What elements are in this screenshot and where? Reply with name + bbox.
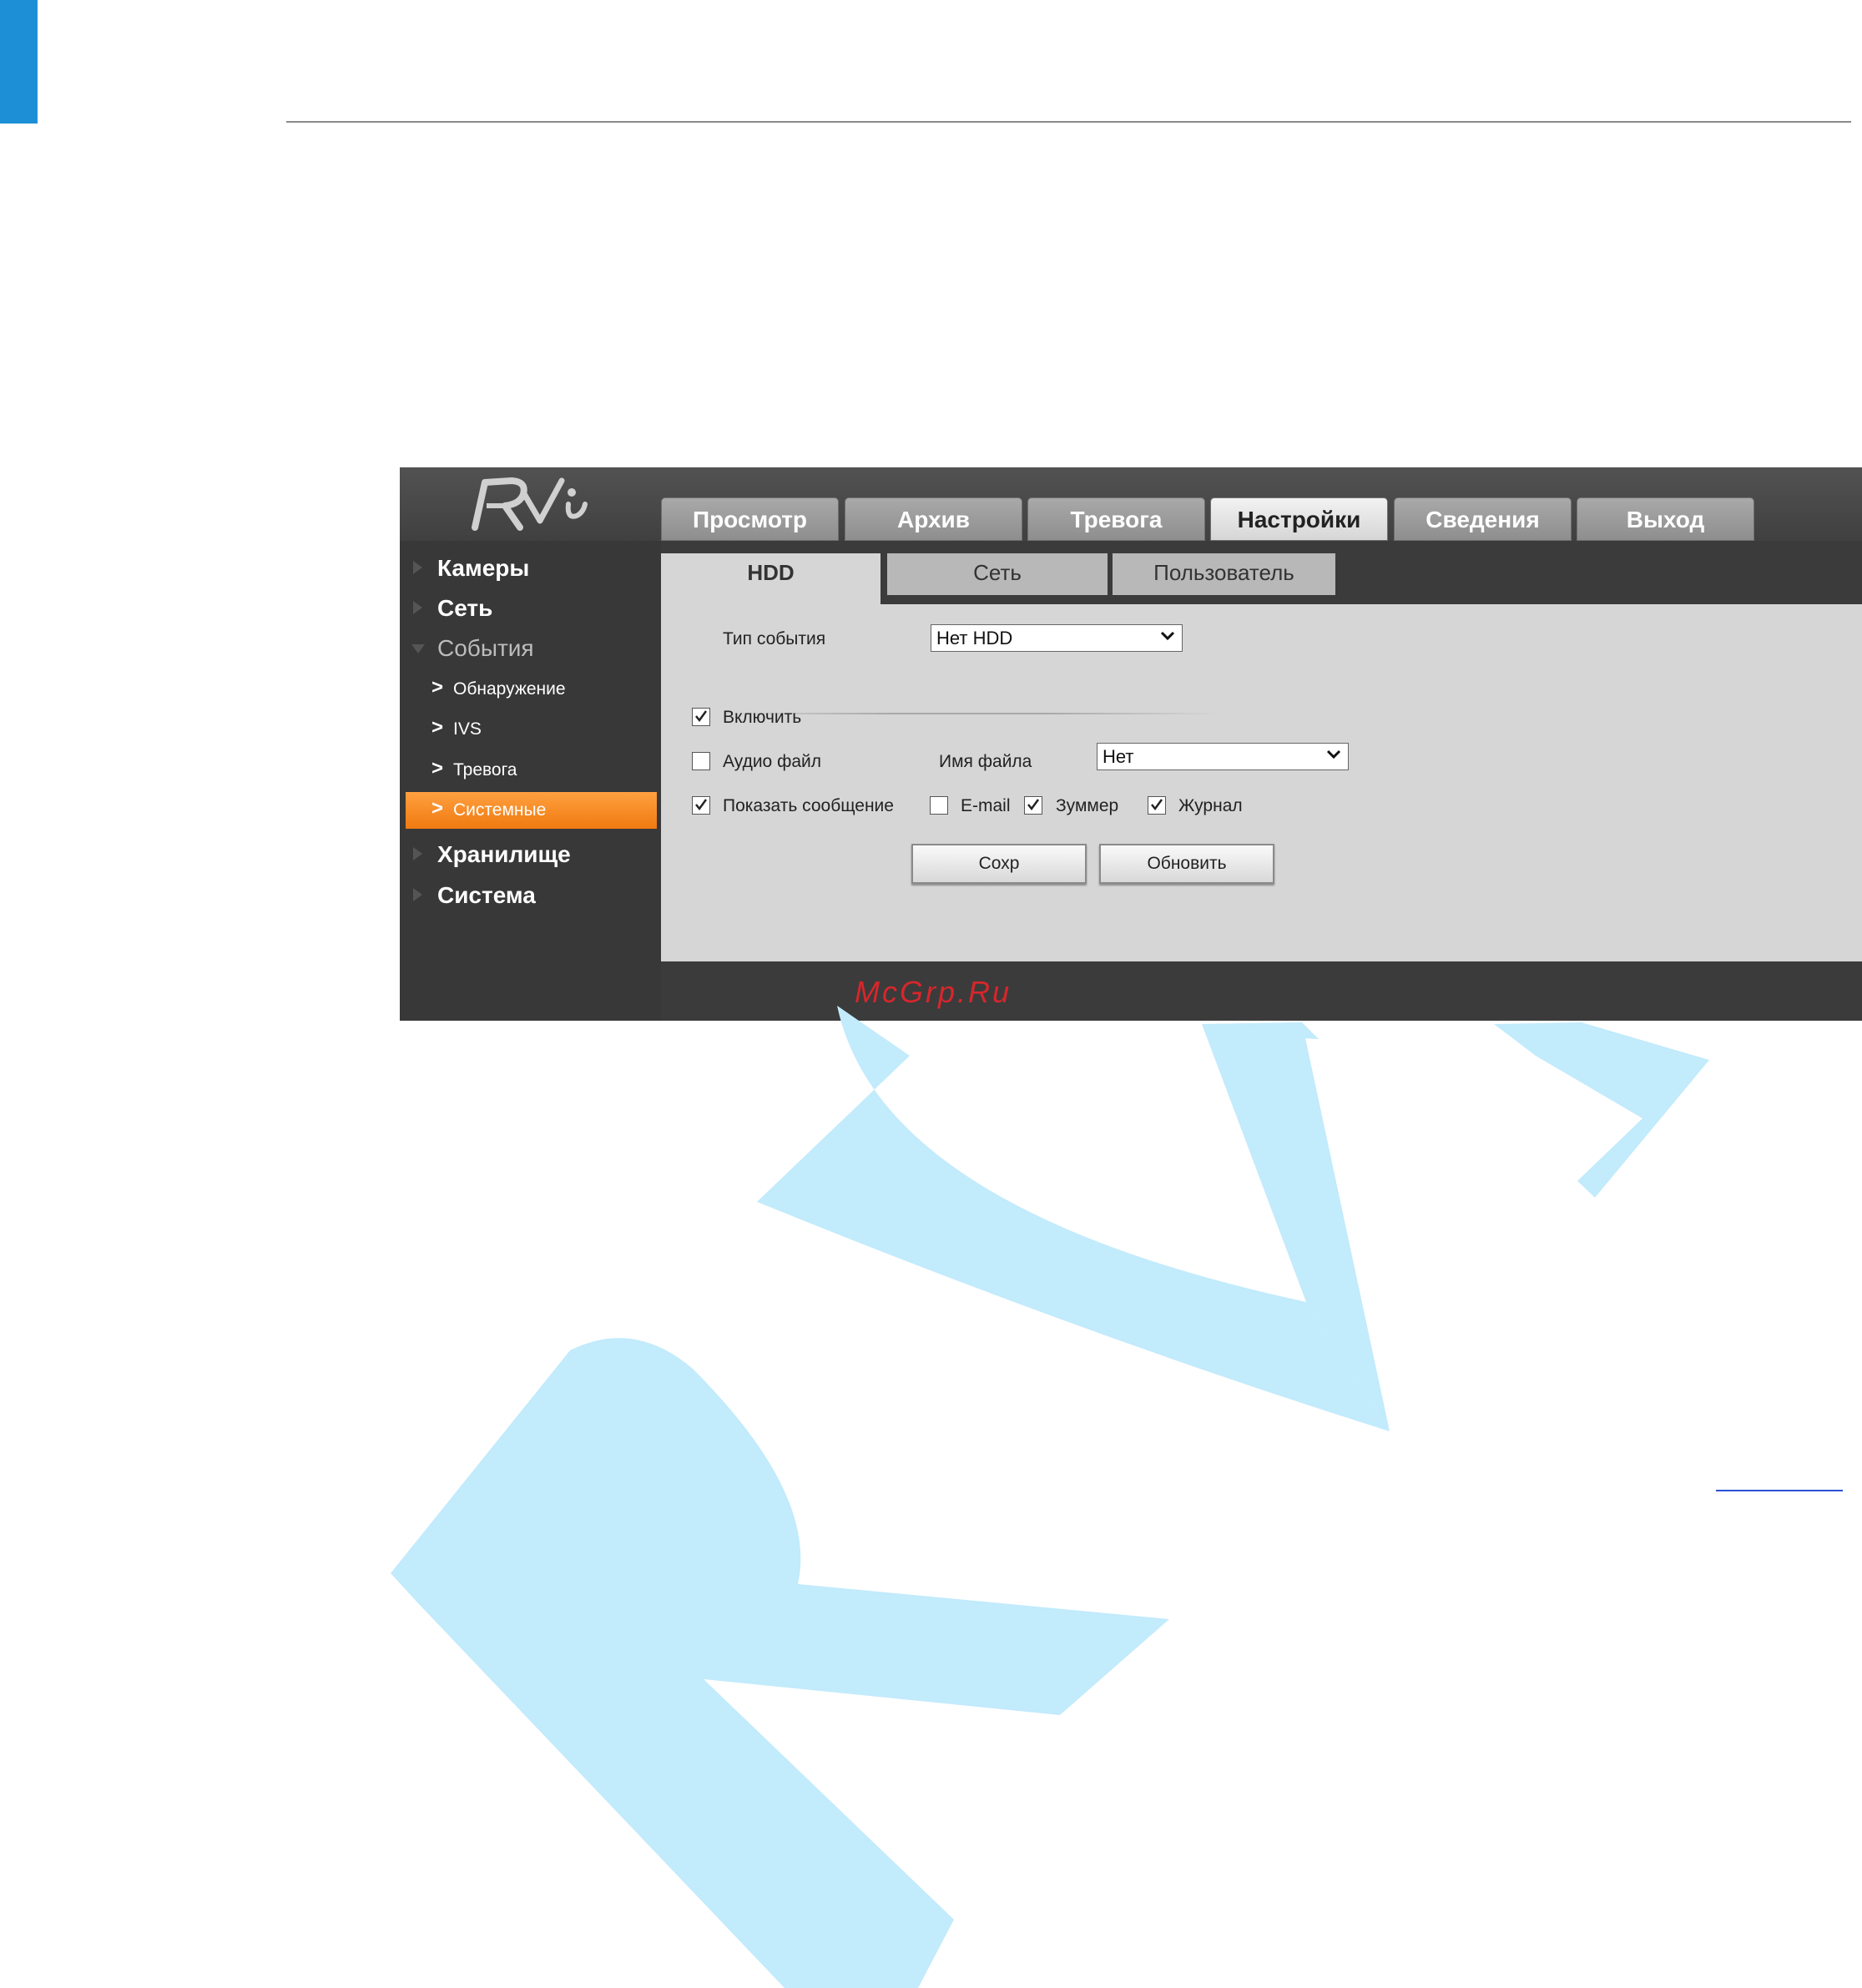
sidebar-item-system[interactable]: Система (400, 876, 661, 913)
sidebar-item-label: События (437, 635, 534, 661)
watermark-v-shape (757, 1006, 1390, 1431)
top-header: Просмотр Архив Тревога Настройки Сведения Вых… (400, 467, 1862, 541)
triangle-right-icon (413, 601, 422, 614)
triangle-right-icon (413, 847, 422, 860)
sidebar-item-label: Система (437, 882, 536, 908)
refresh-button[interactable]: Обновить (1099, 844, 1274, 884)
tab-sub-1[interactable]: HDD (661, 553, 881, 604)
rvi-logo (468, 471, 593, 537)
sidebar-subitem-label: IVS (453, 719, 482, 739)
dvr-web-interface: Просмотр Архив Тревога Настройки Сведения Вых… (400, 467, 1862, 1021)
audio-file-label: Аудио файл (723, 752, 822, 771)
sidebar-subitem-system-events[interactable]: > Системные (406, 792, 657, 829)
sidebar-subitem-label: Тревога (453, 760, 517, 780)
reference-link-underline[interactable] (1716, 1490, 1843, 1491)
checkmark-icon (1027, 799, 1040, 811)
watermark-r-shape (391, 1338, 1169, 1988)
filename-value: Нет (1103, 746, 1134, 767)
email-label: E-mail (961, 796, 1011, 815)
sidebar: Камеры Сеть События > Обнаружение > IVS … (400, 541, 661, 1021)
log-checkbox[interactable] (1148, 796, 1166, 815)
sidebar-subitem-alarm[interactable]: > Тревога (400, 752, 661, 789)
event-type-value: Нет HDD (936, 628, 1013, 648)
sidebar-subitem-label: Системные (453, 800, 547, 820)
filename-label: Имя файла (939, 752, 1032, 771)
event-type-label: Тип события (723, 629, 826, 648)
show-message-checkbox[interactable] (692, 796, 710, 815)
sidebar-item-events[interactable]: События (400, 629, 661, 666)
event-type-select[interactable]: Нет HDD (931, 624, 1183, 652)
checkmark-icon (695, 710, 708, 723)
tab-sub-2[interactable]: Сеть (887, 553, 1108, 595)
triangle-right-icon (413, 561, 422, 574)
triangle-down-icon (411, 644, 425, 653)
tab-main-5[interactable]: Сведения (1394, 497, 1572, 541)
filename-select[interactable]: Нет (1097, 743, 1349, 770)
sidebar-item-storage[interactable]: Хранилище (400, 835, 661, 872)
sidebar-subitem-detection[interactable]: > Обнаружение (400, 671, 661, 708)
sidebar-subitem-label: Обнаружение (453, 679, 566, 699)
sidebar-item-label: Сеть (437, 595, 493, 621)
log-label: Журнал (1178, 796, 1243, 815)
buzzer-label: Зуммер (1056, 796, 1119, 815)
tab-main-3[interactable]: Тревога (1027, 497, 1205, 541)
sidebar-item-network[interactable]: Сеть (400, 589, 661, 626)
watermark-v-left (1202, 1022, 1319, 1039)
triangle-right-icon (413, 888, 422, 901)
accent-bar (0, 0, 38, 124)
checkmark-icon (1151, 799, 1163, 811)
watermark-i-shape (1494, 1022, 1709, 1198)
chevron-right-icon: > (431, 716, 444, 739)
sidebar-item-label: Камеры (437, 555, 530, 581)
chevron-right-icon: > (431, 676, 444, 699)
tab-main-1[interactable]: Просмотр (661, 497, 839, 541)
show-message-label: Показать сообщение (723, 796, 894, 815)
email-checkbox[interactable] (930, 796, 948, 815)
sidebar-item-label: Хранилище (437, 841, 571, 867)
checkmark-icon (695, 799, 708, 811)
save-button[interactable]: Сохр (911, 844, 1087, 884)
settings-content: Тип события Нет HDD Включить Аудио файл … (661, 541, 1862, 1021)
chevron-down-icon (1160, 631, 1175, 641)
chevron-right-icon: > (431, 757, 444, 780)
chevron-right-icon: > (431, 797, 444, 820)
audio-file-checkbox[interactable] (692, 752, 710, 770)
tab-main-4[interactable]: Настройки (1210, 497, 1388, 541)
settings-panel: Тип события Нет HDD Включить Аудио файл … (661, 604, 1862, 961)
enable-label: Включить (723, 708, 802, 727)
sidebar-subitem-ivs[interactable]: > IVS (400, 711, 661, 748)
header-rule (286, 121, 1851, 123)
tab-sub-3[interactable]: Пользователь (1113, 553, 1335, 595)
footer-watermark: McGrp.Ru (855, 975, 1012, 1009)
sidebar-item-cameras[interactable]: Камеры (400, 549, 661, 586)
tab-main-2[interactable]: Архив (845, 497, 1022, 541)
watermark-v-right (1202, 1022, 1390, 1431)
chevron-down-icon (1326, 749, 1341, 759)
buzzer-checkbox[interactable] (1024, 796, 1042, 815)
tab-main-6[interactable]: Выход (1577, 497, 1754, 541)
enable-checkbox[interactable] (692, 708, 710, 726)
